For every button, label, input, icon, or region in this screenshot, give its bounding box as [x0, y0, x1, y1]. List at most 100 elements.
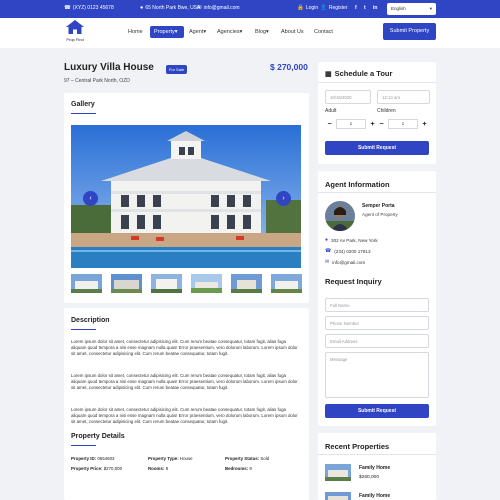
detail-property-id: Property ID: 0654603: [71, 456, 114, 461]
children-stepper[interactable]: − 1 +: [377, 118, 429, 130]
detail-value: $270,000: [102, 466, 123, 471]
agent-email-text: info@gmail.com: [332, 259, 366, 265]
language-value: English: [391, 6, 406, 11]
gallery-thumb[interactable]: [151, 274, 182, 293]
detail-bedrooms: Bedrooms: 9: [225, 466, 252, 471]
nav-property[interactable]: Property▾: [150, 26, 184, 38]
chevron-left-icon[interactable]: ‹: [83, 191, 98, 206]
detail-key: Property Status:: [225, 456, 260, 461]
detail-value: House: [178, 456, 193, 461]
inquiry-name-input[interactable]: Full Name: [325, 298, 429, 312]
phone-icon: ☎: [325, 248, 332, 254]
detail-property-type: Property Type: House: [148, 456, 193, 461]
recent-title: Recent Properties: [325, 442, 390, 451]
adult-value[interactable]: 1: [336, 119, 366, 129]
schedule-tour-title: Schedule a Tour: [334, 69, 393, 78]
plus-icon[interactable]: +: [368, 120, 377, 129]
gallery-thumb[interactable]: [191, 274, 222, 293]
agent-phone[interactable]: ☎ (234) 0200 17813: [325, 248, 371, 254]
facebook-icon[interactable]: f: [355, 5, 357, 11]
divider: [318, 192, 436, 193]
lock-icon: 🔒: [297, 5, 304, 11]
nav-contact[interactable]: Contact: [314, 29, 333, 35]
recent-property-name[interactable]: Family Home: [359, 465, 390, 471]
detail-property-price: Property Price: $270,000: [71, 466, 122, 471]
topbar-address: ● 65 North Park Bwe, USA: [140, 5, 200, 11]
register-link[interactable]: 👤 Register: [320, 5, 347, 11]
detail-key: Rooms:: [148, 466, 165, 471]
children-label: Children: [377, 108, 396, 114]
divider: [318, 454, 436, 455]
detail-value: 8: [164, 466, 169, 471]
nav-home[interactable]: Home: [128, 29, 143, 35]
adult-label: Adult: [325, 108, 337, 114]
hero-image[interactable]: [71, 125, 301, 268]
detail-key: Property Type:: [148, 456, 179, 461]
user-icon: 👤: [320, 5, 327, 11]
submit-property-button[interactable]: Submit Property: [383, 23, 436, 40]
agent-email[interactable]: ✉ info@gmail.com: [325, 259, 365, 265]
detail-value: 9: [248, 466, 252, 471]
plus-icon[interactable]: +: [420, 120, 429, 129]
gallery-thumb[interactable]: [231, 274, 262, 293]
nav-about[interactable]: About Us: [281, 29, 304, 35]
map-pin-icon: ●: [325, 237, 329, 243]
minus-icon[interactable]: −: [377, 120, 386, 129]
logo[interactable]: Prop Find: [64, 20, 86, 42]
login-link[interactable]: 🔒 Login: [297, 5, 318, 11]
gallery-thumb[interactable]: [71, 274, 102, 293]
divider: [318, 82, 436, 83]
mail-icon: ✉: [325, 259, 330, 265]
recent-property-thumb[interactable]: [325, 492, 351, 500]
detail-property-status: Property Status: Sold: [225, 456, 269, 461]
avatar[interactable]: [325, 201, 355, 231]
calendar-icon: ▦: [325, 70, 332, 78]
agent-role: Agent of Property: [362, 212, 398, 217]
tour-time-input[interactable]: 12:13 am: [377, 90, 430, 104]
phone-icon: ☎: [64, 5, 71, 11]
map-pin-icon: ●: [140, 5, 144, 11]
register-label: Register: [328, 5, 348, 11]
tour-date-input[interactable]: 10/16/2020: [325, 90, 371, 104]
description-paragraph: Lorem ipsum dolor sit amet, consectetur …: [71, 407, 298, 425]
minus-icon[interactable]: −: [325, 120, 334, 129]
topbar-phone[interactable]: ☎ (XYZ) 0123 45678: [64, 5, 114, 11]
inquiry-submit-button[interactable]: Submit Request: [325, 404, 429, 418]
nav-agent[interactable]: Agent▾: [189, 29, 206, 35]
recent-property-name[interactable]: Family Home: [359, 493, 390, 499]
inquiry-phone-input[interactable]: Phone Number: [325, 316, 429, 330]
nav-agencies[interactable]: Agencies▾: [217, 29, 242, 35]
inquiry-email-input[interactable]: Email Address: [325, 334, 429, 348]
chevron-right-icon[interactable]: ›: [276, 191, 291, 206]
nav-blog[interactable]: Blog▾: [255, 29, 269, 35]
adult-stepper[interactable]: − 1 +: [325, 118, 377, 130]
children-value[interactable]: 1: [388, 119, 418, 129]
house-logo-icon: [66, 20, 84, 34]
agent-title: Agent Information: [325, 180, 390, 189]
recent-property-price: $260,000: [359, 475, 380, 480]
linkedin-icon[interactable]: in: [373, 5, 377, 11]
recent-property-thumb[interactable]: [325, 464, 351, 481]
gallery-thumb[interactable]: [111, 274, 142, 293]
agent-address: ● 302 Av Park, New York: [325, 237, 378, 243]
listing-price: $ 270,000: [270, 62, 308, 72]
details-underline: [71, 445, 96, 446]
detail-value: Sold: [259, 456, 270, 461]
language-select[interactable]: English ▾: [387, 3, 436, 15]
agent-name[interactable]: Semper Porta: [362, 203, 395, 209]
listing-title: Luxury Villa House: [64, 62, 154, 73]
detail-key: Property Price:: [71, 466, 103, 471]
gallery-thumb[interactable]: [271, 274, 302, 293]
description-underline: [71, 329, 96, 330]
gallery-title: Gallery: [71, 101, 95, 108]
detail-key: Property ID:: [71, 456, 97, 461]
topbar-email[interactable]: ✉ info@gmail.com: [197, 5, 240, 11]
tour-submit-button[interactable]: Submit Request: [325, 141, 429, 155]
detail-rooms: Rooms: 8: [148, 466, 168, 471]
gallery-underline: [71, 113, 96, 114]
twitter-icon[interactable]: t: [364, 5, 366, 11]
details-title: Property Details: [71, 433, 125, 440]
inquiry-message-textarea[interactable]: Message: [325, 352, 429, 398]
nav-agent-label: Agent: [189, 29, 204, 35]
inquiry-title: Request Inquiry: [325, 277, 382, 286]
